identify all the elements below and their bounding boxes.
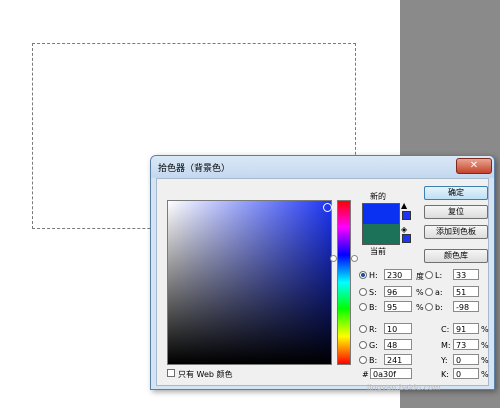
lab-b-field[interactable]: -98 [453, 301, 479, 312]
saturation-field[interactable]: 96 [384, 286, 412, 297]
reset-button[interactable]: 复位 [424, 205, 488, 219]
radio-green[interactable] [359, 341, 367, 349]
yellow-label: Y: [441, 356, 448, 365]
radio-lab-b[interactable] [425, 303, 433, 311]
current-color-label: 当前 [370, 247, 386, 256]
magenta-label: M: [441, 341, 451, 350]
radio-lab-l[interactable] [425, 271, 433, 279]
lab-b-label: b: [435, 303, 443, 312]
blue-label: B: [369, 356, 378, 365]
hue-slider-handle-right[interactable] [351, 255, 358, 262]
lab-l-label: L: [435, 271, 443, 280]
saturation-unit: % [416, 288, 424, 297]
hex-field[interactable]: 0a30f [370, 368, 412, 379]
yellow-field[interactable]: 0 [453, 354, 479, 365]
new-color-swatch [362, 203, 400, 224]
color-picker-dialog: 拾色器（背景色） ✕ 新的 当前 ▲ ◈ 确定 复位 添加到色板 颜色库 H: … [150, 155, 495, 390]
black-unit: % [481, 370, 489, 379]
new-color-label: 新的 [370, 192, 386, 201]
close-icon: ✕ [469, 160, 479, 171]
color-field[interactable] [167, 200, 332, 365]
green-label: G: [369, 341, 378, 350]
magenta-unit: % [481, 341, 489, 350]
watermark-text: jingyan.baidu.com [367, 383, 441, 392]
lab-a-field[interactable]: 51 [453, 286, 479, 297]
green-field[interactable]: 48 [384, 339, 412, 350]
brightness-label: B: [369, 303, 378, 312]
ok-button[interactable]: 确定 [424, 186, 488, 200]
dialog-body: 新的 当前 ▲ ◈ 确定 复位 添加到色板 颜色库 H: 230 度 S: 96… [156, 178, 489, 386]
red-field[interactable]: 10 [384, 323, 412, 334]
radio-saturation[interactable] [359, 288, 367, 296]
radio-red[interactable] [359, 325, 367, 333]
color-field-cursor[interactable] [323, 203, 332, 212]
dialog-titlebar[interactable]: 拾色器（背景色） ✕ [151, 156, 494, 178]
brightness-unit: % [416, 303, 424, 312]
yellow-unit: % [481, 356, 489, 365]
radio-lab-a[interactable] [425, 288, 433, 296]
cyan-unit: % [481, 325, 489, 334]
hue-slider-handle-left[interactable] [330, 255, 337, 262]
blue-field[interactable]: 241 [384, 354, 412, 365]
web-safe-cube-icon[interactable]: ◈ [401, 225, 407, 234]
hex-label: # [362, 370, 369, 379]
radio-hue[interactable] [359, 271, 367, 279]
web-safe-swatch[interactable] [402, 234, 411, 243]
cyan-field[interactable]: 91 [453, 323, 479, 334]
gamut-warning-icon[interactable]: ▲ [401, 201, 407, 210]
red-label: R: [369, 325, 378, 334]
add-to-swatches-button[interactable]: 添加到色板 [424, 225, 488, 239]
hue-label: H: [369, 271, 378, 280]
magenta-field[interactable]: 73 [453, 339, 479, 350]
radio-blue[interactable] [359, 356, 367, 364]
dialog-title: 拾色器（背景色） [158, 164, 231, 174]
black-label: K: [441, 370, 449, 379]
color-libraries-button[interactable]: 颜色库 [424, 249, 488, 263]
current-color-swatch[interactable] [362, 224, 400, 245]
saturation-label: S: [369, 288, 377, 297]
close-button[interactable]: ✕ [456, 158, 492, 174]
hue-unit: 度 [416, 272, 424, 281]
radio-brightness[interactable] [359, 303, 367, 311]
gamut-swatch[interactable] [402, 211, 411, 220]
hue-slider[interactable] [337, 200, 351, 365]
lab-a-label: a: [435, 288, 443, 297]
web-colors-only-label: 只有 Web 颜色 [178, 370, 233, 379]
black-field[interactable]: 0 [453, 368, 479, 379]
web-colors-only-checkbox[interactable] [167, 369, 175, 377]
cyan-label: C: [441, 325, 450, 334]
brightness-field[interactable]: 95 [384, 301, 412, 312]
lab-l-field[interactable]: 33 [453, 269, 479, 280]
hue-field[interactable]: 230 [384, 269, 412, 280]
